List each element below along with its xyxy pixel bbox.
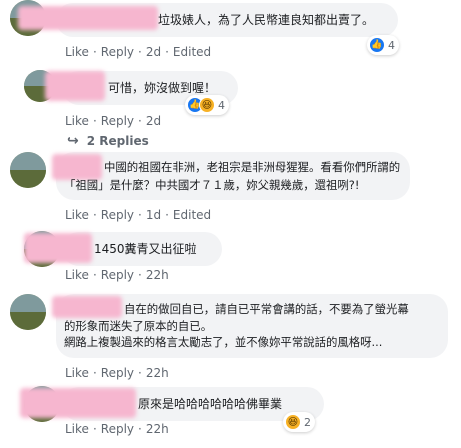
like-button[interactable]: Like	[65, 422, 89, 436]
timestamp[interactable]: 22h	[146, 422, 169, 436]
reply-button[interactable]: Reply	[101, 114, 134, 128]
redacted-name	[52, 296, 122, 318]
like-icon: 👍	[369, 37, 385, 53]
redacted-name	[24, 233, 92, 263]
comment-actions: Like · Reply · 2d	[65, 114, 162, 128]
avatar[interactable]	[10, 152, 46, 188]
haha-icon: 😆	[199, 97, 215, 113]
reaction-summary[interactable]: 👍 😆 4	[185, 95, 229, 115]
comment-text: 垃圾婊人，為了人民幣連良知都出賣了。	[158, 13, 375, 27]
reaction-summary[interactable]: 😆 2	[283, 412, 315, 432]
comment-text-line-2: 「祖國」是什麼？中共國才７１歲，妳父親幾歲，還祖咧?!	[64, 178, 360, 192]
edited-label[interactable]: Edited	[173, 208, 211, 222]
reply-arrow-icon: ↪	[67, 133, 79, 149]
timestamp[interactable]: 1d	[146, 208, 161, 222]
comment-actions: Like · Reply · 1d · Edited	[65, 208, 212, 222]
edited-label[interactable]: Edited	[173, 45, 211, 59]
like-button[interactable]: Like	[65, 208, 89, 222]
view-replies-link[interactable]: ↪ 2 Replies	[67, 133, 149, 149]
comment-actions: Like · Reply · 22h	[65, 268, 169, 282]
comment-actions: Like · Reply · 22h	[65, 422, 169, 436]
redacted-name	[20, 388, 136, 418]
comment-text-line-1: 中國的祖國在非洲，老祖宗是非洲母猩猩。看看你們所謂的	[104, 160, 401, 174]
comment-text-line-2: 的形象而迷失了原本的自已。	[64, 319, 213, 333]
comment-text-line-1: 自在的做回自已，請自已平常會講的話，不要為了螢光幕	[124, 302, 409, 316]
reply-button[interactable]: Reply	[101, 208, 134, 222]
reply-button[interactable]: Reply	[101, 422, 134, 436]
comment-actions: Like · Reply · 22h	[65, 366, 169, 380]
like-button[interactable]: Like	[65, 114, 89, 128]
comment-text-line-3: 網路上複製過來的格言太勵志了，並不像妳平常說話的風格呀...	[64, 335, 383, 349]
redacted-name	[18, 6, 158, 30]
reply-button[interactable]: Reply	[101, 45, 134, 59]
haha-icon: 😆	[285, 414, 301, 430]
timestamp[interactable]: 2d	[146, 45, 161, 59]
avatar[interactable]	[10, 294, 46, 330]
like-button[interactable]: Like	[65, 45, 89, 59]
reaction-summary[interactable]: 👍 4	[367, 35, 399, 55]
comment-text: 可惜，妳沒做到喔！	[108, 81, 217, 95]
comment-text: 1450糞青又出征啦	[94, 242, 197, 256]
reply-button[interactable]: Reply	[101, 366, 134, 380]
comment-text: 原來是哈哈哈哈哈哈佛畢業	[138, 397, 283, 411]
redacted-name	[45, 71, 105, 101]
comment-actions: Like · Reply · 2d · Edited	[65, 45, 212, 59]
timestamp[interactable]: 2d	[146, 114, 161, 128]
like-button[interactable]: Like	[65, 268, 89, 282]
timestamp[interactable]: 22h	[146, 268, 169, 282]
timestamp[interactable]: 22h	[146, 366, 169, 380]
like-button[interactable]: Like	[65, 366, 89, 380]
reply-button[interactable]: Reply	[101, 268, 134, 282]
